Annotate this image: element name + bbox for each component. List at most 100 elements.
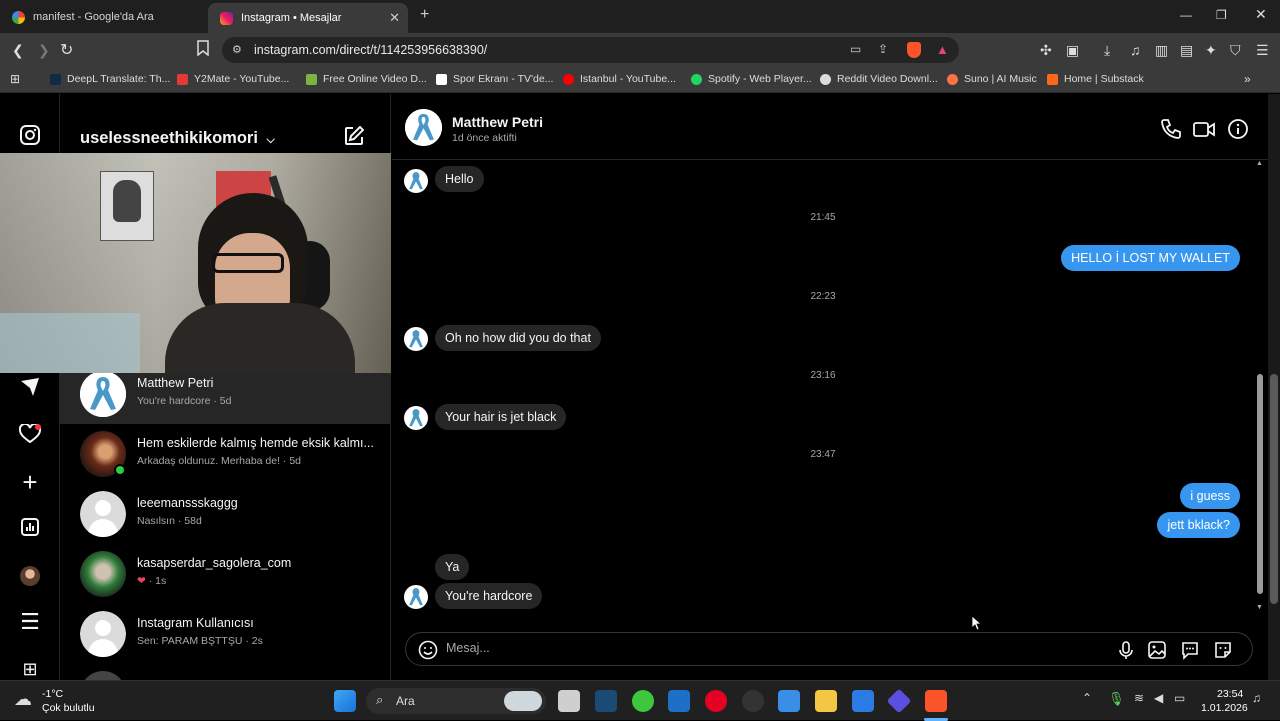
bookmark-item[interactable]: Free Online Video D... xyxy=(306,73,427,85)
chatgpt-icon[interactable] xyxy=(742,690,764,712)
brave-rewards-icon[interactable]: ▲ xyxy=(936,42,949,57)
bookmark-item[interactable]: Y2Mate - YouTube... xyxy=(177,73,289,85)
more-bookmarks-icon[interactable]: » xyxy=(1244,72,1251,86)
message-bubble-in[interactable]: Oh no how did you do that xyxy=(435,325,601,351)
conversation-item[interactable]: Hem eskilerde kalmış hemde eksik kalmı..… xyxy=(60,424,390,484)
back-icon[interactable]: ❮ xyxy=(12,42,24,59)
clock-date[interactable]: 1.01.2026 xyxy=(1201,702,1248,714)
notepad-icon[interactable] xyxy=(778,690,800,712)
file-explorer-icon[interactable] xyxy=(815,690,837,712)
bookmark-item[interactable]: Spor Ekranı - TV'de... xyxy=(436,73,553,85)
chat-scrollbar[interactable]: ▲ ▼ xyxy=(1256,160,1264,616)
insights-icon[interactable] xyxy=(19,518,41,540)
tab-instagram[interactable]: Instagram • Mesajlar ✕ xyxy=(208,3,408,33)
compose-icon[interactable] xyxy=(344,125,365,151)
tab-google-search[interactable]: manifest - Google'da Ara xyxy=(0,4,205,30)
wallet-icon[interactable]: ▤ xyxy=(1180,42,1193,59)
also-from-meta-icon[interactable]: ⊞ xyxy=(19,658,41,680)
apps-icon[interactable]: ⊞ xyxy=(10,72,20,86)
image-icon[interactable] xyxy=(1147,640,1167,660)
windows-start-icon[interactable] xyxy=(334,690,356,712)
pinterest-icon[interactable] xyxy=(705,690,727,712)
maximize-button[interactable]: ❐ xyxy=(1216,8,1227,22)
taskbar-search[interactable]: ⌕ Ara xyxy=(366,688,546,714)
conversation-item[interactable]: leeemanssskaggg Nasılsın · 58d xyxy=(60,484,390,544)
share-icon[interactable]: ⇪ xyxy=(878,42,888,56)
message-bubble-in[interactable]: Hello xyxy=(435,166,484,192)
brave-browser-icon[interactable] xyxy=(925,690,947,712)
sticker-icon[interactable] xyxy=(1213,640,1233,660)
peer-name[interactable]: Matthew Petri xyxy=(452,114,543,130)
peer-avatar[interactable] xyxy=(405,109,442,146)
message-bubble-out[interactable]: HELLO İ LOST MY WALLET xyxy=(1061,245,1240,271)
scroll-up-icon[interactable]: ▲ xyxy=(1256,160,1263,167)
gif-icon[interactable] xyxy=(1180,640,1200,660)
message-input[interactable] xyxy=(446,641,1046,655)
paint-icon[interactable] xyxy=(852,690,874,712)
message-bubble-out[interactable]: jett bklack? xyxy=(1157,512,1240,538)
extensions-icon[interactable]: ✣ xyxy=(1040,42,1052,59)
app-purple-icon[interactable] xyxy=(886,688,912,714)
address-bar[interactable]: ⚙ instagram.com/direct/t/114253956638390… xyxy=(222,37,959,63)
bookmark-item[interactable]: Suno | AI Music xyxy=(947,73,1037,85)
info-icon[interactable] xyxy=(1227,118,1249,140)
bookmark-item[interactable]: Spotify - Web Player... xyxy=(691,73,812,85)
more-menu-icon[interactable]: ☰ xyxy=(19,611,41,633)
message-bubble-out[interactable]: i guess xyxy=(1180,483,1240,509)
conversation-item[interactable]: Instagram Kullanıcısı Sen: PARAM BŞTTŞU … xyxy=(60,604,390,664)
message-bubble-in[interactable]: Your hair is jet black xyxy=(435,404,567,430)
microphone-in-use-icon[interactable]: 🎙 xyxy=(1108,691,1125,707)
site-info-icon[interactable]: ⚙ xyxy=(232,43,242,56)
bookmark-item[interactable]: Istanbul - YouTube... xyxy=(563,73,676,85)
clock-time[interactable]: 23:54 xyxy=(1217,688,1243,700)
chat-scroll-thumb[interactable] xyxy=(1257,374,1263,594)
forward-icon[interactable]: ❯ xyxy=(38,42,50,59)
bookmark-item[interactable]: Reddit Video Downl... xyxy=(820,73,938,85)
bookmark-item[interactable]: DeepL Translate: Th... xyxy=(50,73,170,85)
weather-cloud-icon[interactable]: ☁ xyxy=(14,689,32,710)
task-view-icon[interactable] xyxy=(558,690,580,712)
profile-avatar[interactable] xyxy=(19,565,41,587)
instagram-logo-icon[interactable] xyxy=(19,125,41,147)
scroll-down-icon[interactable]: ▼ xyxy=(1256,604,1263,611)
reader-icon[interactable]: ▣ xyxy=(1066,42,1079,59)
show-hidden-icons[interactable]: ⌃ xyxy=(1082,691,1092,705)
bookmark-icon[interactable] xyxy=(197,40,209,59)
notification-bell-icon[interactable]: ♫ xyxy=(1252,691,1261,705)
new-tab-button[interactable]: + xyxy=(420,6,429,24)
emoji-icon[interactable] xyxy=(418,640,438,660)
leo-ai-icon[interactable]: ✦ xyxy=(1205,42,1217,59)
reload-icon[interactable]: ↻ xyxy=(60,40,73,60)
weather-temperature[interactable]: -1°C xyxy=(42,688,63,700)
battery-icon[interactable]: ▭ xyxy=(1174,691,1185,705)
weather-description[interactable]: Çok bulutlu xyxy=(42,702,95,714)
close-window-button[interactable]: ✕ xyxy=(1255,6,1267,23)
outlook-icon[interactable] xyxy=(668,690,690,712)
create-icon[interactable]: + xyxy=(19,469,41,495)
volume-icon[interactable]: ◀ xyxy=(1154,691,1163,705)
account-switcher[interactable]: uselessneethikikomori ⌵ xyxy=(80,129,275,148)
microphone-icon[interactable] xyxy=(1116,640,1136,660)
bookmark-item[interactable]: Home | Substack xyxy=(1047,73,1144,85)
page-scroll-thumb[interactable] xyxy=(1270,374,1278,604)
voice-call-icon[interactable] xyxy=(1160,118,1182,140)
minimize-button[interactable]: — xyxy=(1180,8,1192,22)
media-icon[interactable]: ♫ xyxy=(1130,42,1141,58)
app-green-icon[interactable] xyxy=(632,690,654,712)
video-call-icon[interactable] xyxy=(1193,118,1215,140)
wifi-icon[interactable]: ≋ xyxy=(1134,691,1144,705)
steam-icon[interactable] xyxy=(595,690,617,712)
notifications-icon[interactable] xyxy=(18,422,42,446)
conversation-item[interactable] xyxy=(60,664,390,680)
conversation-item[interactable]: Matthew Petri You're hardcore · 5d xyxy=(60,364,390,424)
menu-icon[interactable]: ☰ xyxy=(1256,42,1269,59)
downloads-icon[interactable]: ⤓ xyxy=(1104,42,1110,59)
brave-shields-icon[interactable] xyxy=(907,42,921,58)
page-scrollbar[interactable] xyxy=(1268,94,1280,680)
messages-icon[interactable] xyxy=(19,377,41,399)
conversation-item[interactable]: kasapserdar_sagolera_com ❤ · 1s xyxy=(60,544,390,604)
vpn-icon[interactable]: ⛉ xyxy=(1230,42,1241,59)
sidebar-icon[interactable]: ▥ xyxy=(1155,42,1168,59)
message-bubble-in[interactable]: You're hardcore xyxy=(435,583,543,609)
message-bubble-in[interactable]: Ya xyxy=(435,554,470,580)
